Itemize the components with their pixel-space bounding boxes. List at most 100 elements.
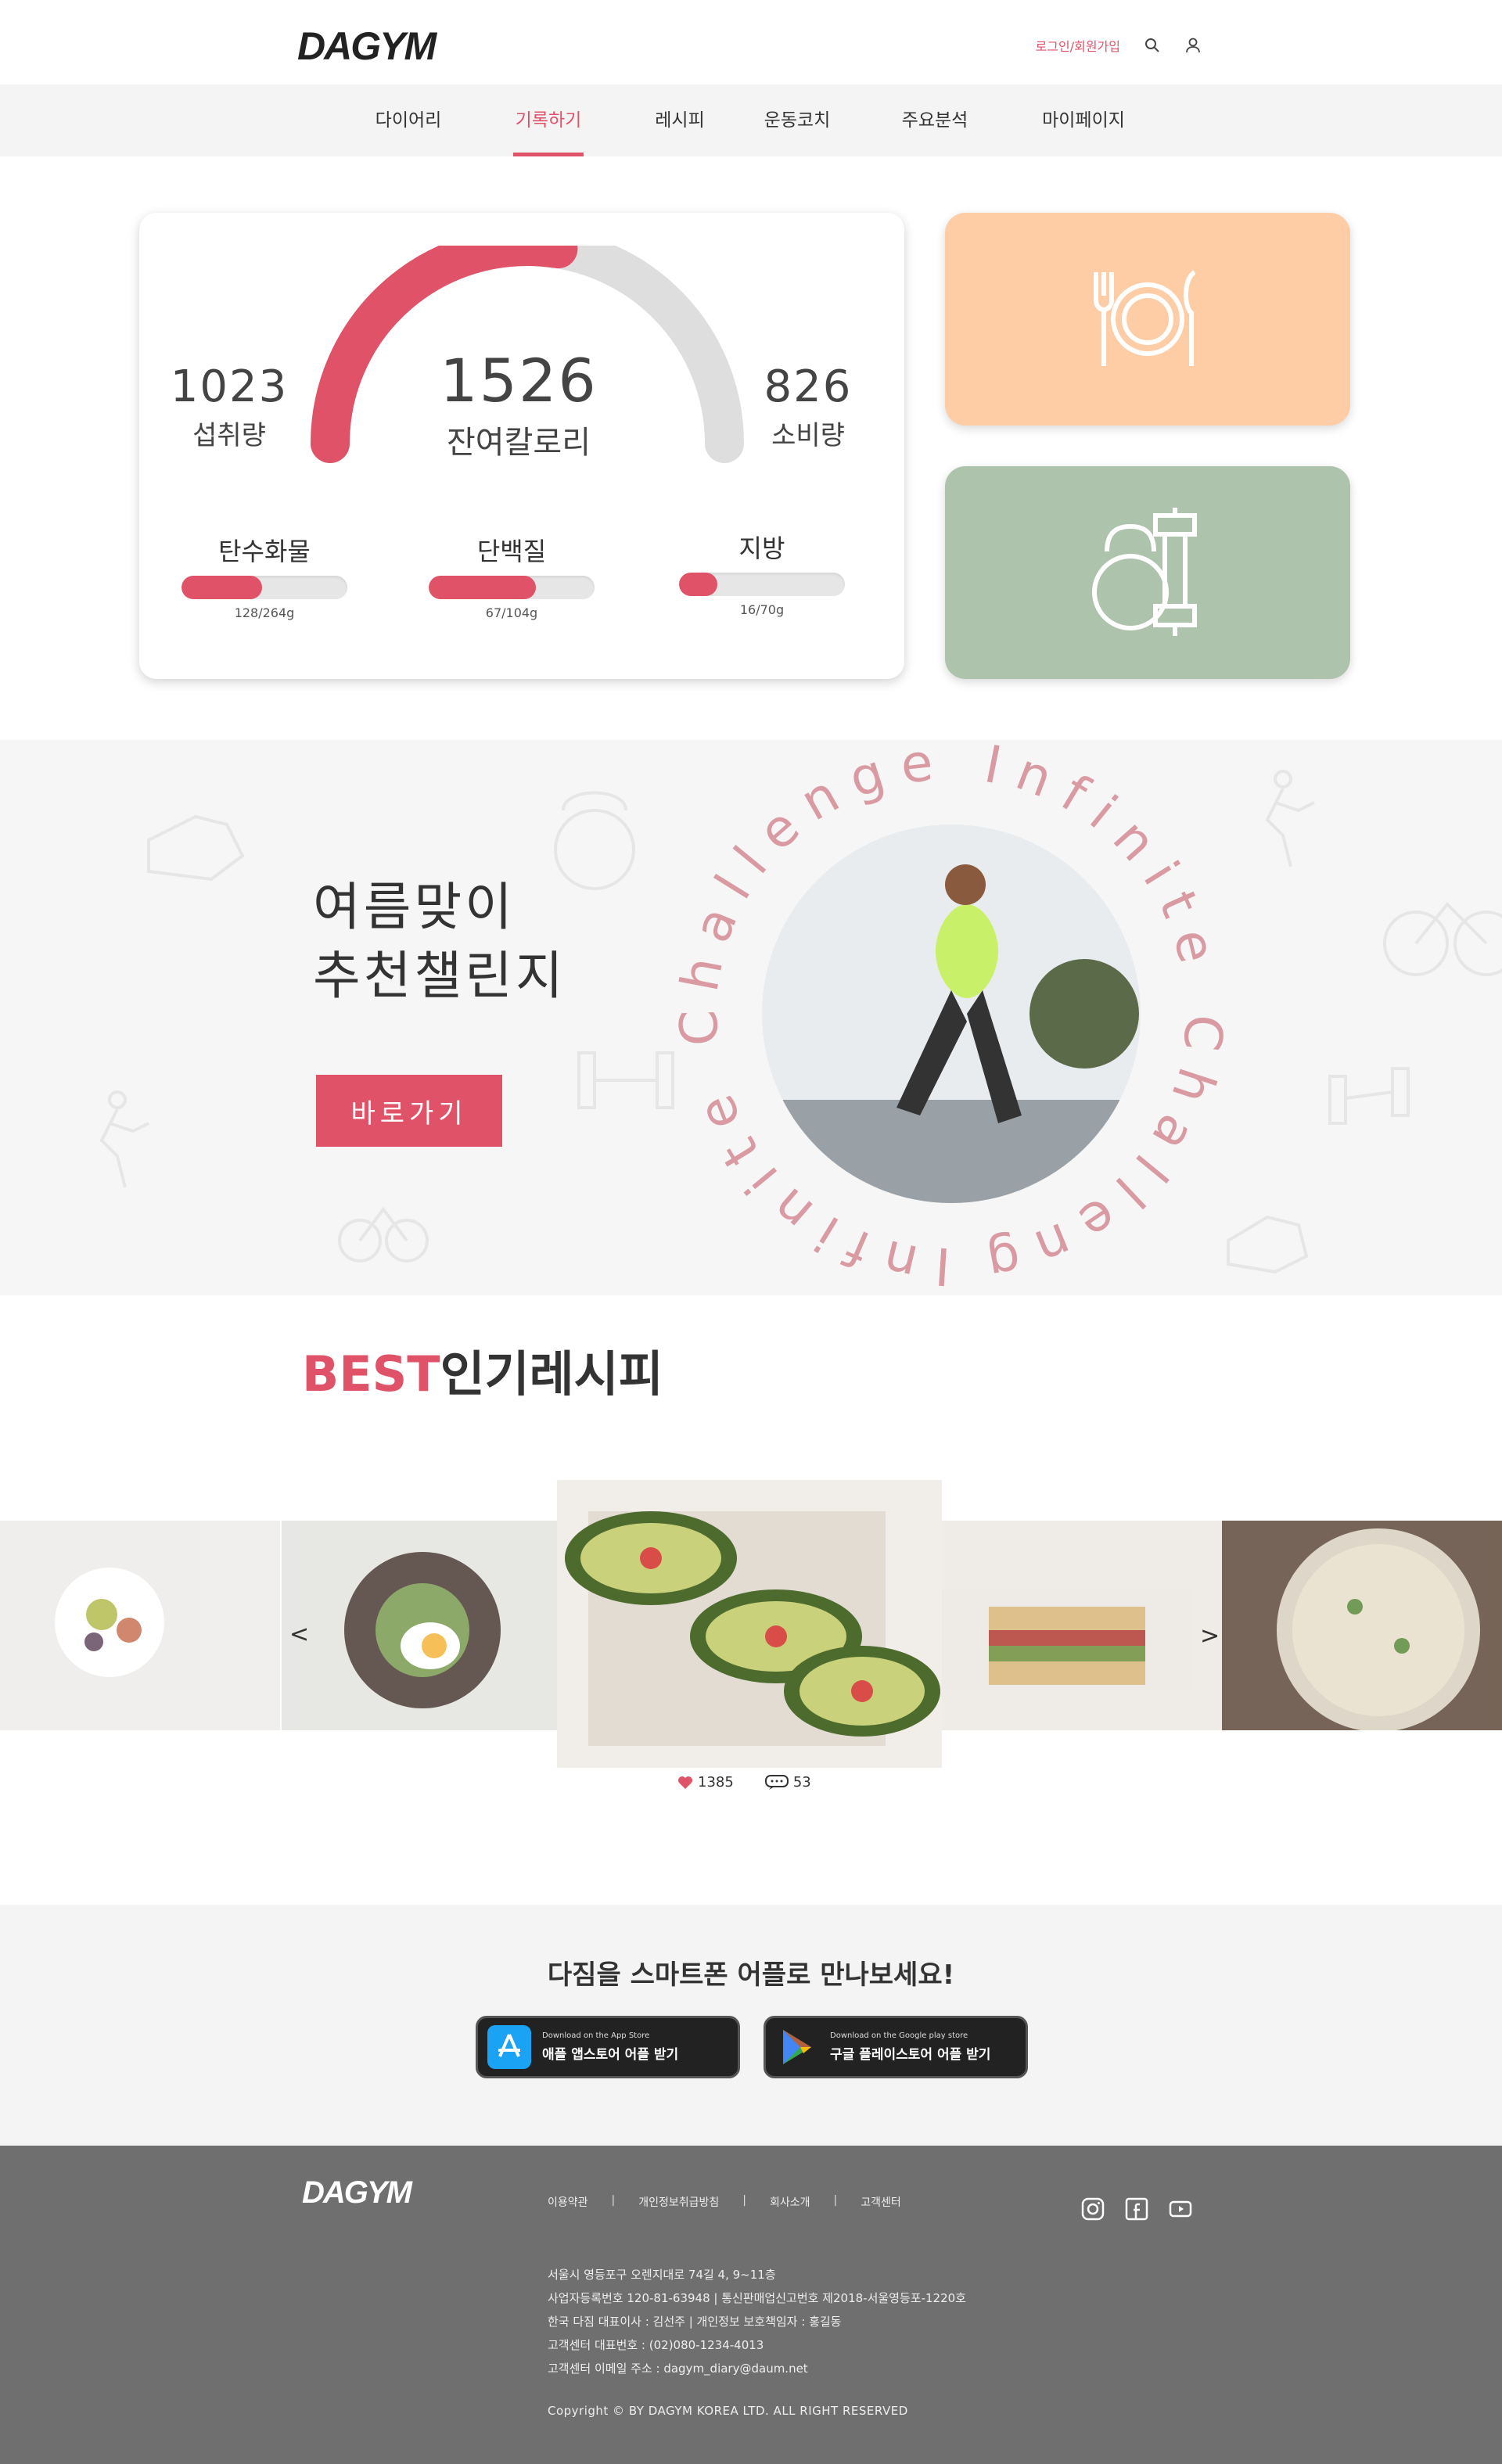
recipe-card-avocado[interactable] — [557, 1480, 942, 1768]
exercise-log-tile[interactable] — [945, 466, 1350, 679]
footer-links: 이용약관 | 개인정보취급방침 | 회사소개 | 고객센터 — [548, 2194, 901, 2210]
youtube-icon[interactable] — [1169, 2197, 1192, 2221]
burned-label: 소비량 — [771, 420, 845, 451]
macro-fat-fill — [679, 573, 717, 596]
sneaker-icon — [147, 814, 245, 882]
bicycle-icon — [1383, 902, 1502, 976]
recipe-image — [55, 1568, 164, 1677]
recipe-image — [1277, 1528, 1480, 1730]
footer-link-separator: | — [611, 2194, 616, 2207]
remaining-block: 1526 잔여칼로리 — [421, 346, 616, 462]
app-store-button[interactable]: Download on the App Store 애플 앱스토어 어플 받기 — [476, 2016, 740, 2078]
bicycle-icon — [338, 1206, 429, 1263]
best-recipes-title: BEST인기레시피 — [302, 1334, 663, 1405]
intake-label: 섭취량 — [192, 420, 266, 451]
comments[interactable]: 53 — [764, 1774, 811, 1791]
macro-protein-label: 단백질 — [476, 537, 547, 566]
nav-item-diary[interactable]: 다이어리 — [373, 84, 444, 156]
comment-icon — [764, 1774, 789, 1790]
company-info: 서울시 영등포구 오렌지대로 74길 4, 9~11층 사업자등록번호 120-… — [548, 2263, 966, 2380]
nav-item-record[interactable]: 기록하기 — [513, 84, 584, 156]
nav-item-recipe[interactable]: 레시피 — [653, 84, 706, 156]
instagram-icon[interactable] — [1081, 2197, 1105, 2221]
company-representatives: 한국 다짐 대표이사 : 김선주 | 개인정보 보호책임자 : 홍길동 — [548, 2315, 842, 2329]
macro-fat-label: 지방 — [738, 533, 785, 563]
remaining-label: 잔여칼로리 — [447, 425, 591, 461]
play-store-label: 구글 플레이스토어 어플 받기 — [830, 2047, 991, 2063]
remaining-value: 1526 — [440, 346, 598, 415]
footer-link-terms[interactable]: 이용약관 — [548, 2194, 588, 2210]
app-store-small: Download on the App Store — [542, 2031, 650, 2040]
macro-fat-bar — [679, 573, 845, 596]
recipe-card-pizza[interactable] — [1222, 1521, 1502, 1730]
challenge-ring: Infinite Challenge Infinite Challenge — [670, 740, 1220, 1295]
macro-protein-bar — [429, 576, 595, 599]
macro-fat-value: 16/70g — [739, 602, 785, 617]
runner-icon — [99, 1090, 149, 1188]
recipe-image — [565, 1511, 940, 1746]
login-link[interactable]: 로그인/회원가입 — [1036, 36, 1120, 55]
runner-icon — [1265, 770, 1315, 867]
kettlebell-dumbbell-icon — [1092, 508, 1197, 636]
header-actions: 로그인/회원가입 — [1036, 36, 1202, 55]
footer-link-support[interactable]: 고객센터 — [861, 2194, 901, 2210]
macro-fat: 지방 16/70g — [679, 529, 845, 617]
recipe-card-egg-salad[interactable] — [282, 1521, 557, 1730]
comments-count: 53 — [792, 1774, 811, 1791]
recipe-slider: < > — [0, 1480, 1502, 1785]
user-icon[interactable] — [1184, 37, 1202, 54]
company-address: 서울시 영등포구 오렌지대로 74길 4, 9~11층 — [548, 2268, 776, 2282]
challenge-banner: 여름맞이 추천챌린지 바로가기 Infinite Challenge Infin… — [0, 740, 1502, 1295]
sneaker-icon — [1227, 1215, 1309, 1274]
meal-log-tile[interactable] — [945, 213, 1350, 426]
best-accent: BEST — [302, 1345, 440, 1403]
dumbbell-icon — [1328, 1067, 1410, 1125]
play-store-button[interactable]: Download on the Google play store 구글 플레이스… — [764, 2016, 1028, 2078]
macro-protein-fill — [429, 576, 536, 599]
kettlebell-icon — [554, 791, 635, 890]
play-store-icon — [783, 2030, 811, 2064]
footer-link-about[interactable]: 회사소개 — [770, 2194, 810, 2210]
app-store-icon — [487, 2025, 531, 2069]
macro-carbs: 탄수화물 128/264g — [181, 532, 347, 620]
company-email: 고객센터 이메일 주소 : dagym_diary@daum.net — [548, 2362, 808, 2376]
likes-count: 1385 — [698, 1774, 734, 1791]
nav-item-mypage[interactable]: 마이페이지 — [1038, 84, 1129, 156]
recipe-card-sandwich[interactable] — [942, 1521, 1222, 1730]
prev-arrow[interactable]: < — [289, 1621, 309, 1648]
recipe-stats: 1385 53 — [677, 1774, 811, 1791]
main-nav: 다이어리 기록하기 레시피 운동코치 주요분석 마이페이지 — [0, 84, 1502, 156]
macro-carbs-fill — [181, 576, 262, 599]
footer-link-separator: | — [742, 2194, 747, 2207]
challenge-title: 여름맞이 추천챌린지 — [313, 873, 566, 1011]
footer-link-privacy[interactable]: 개인정보취급방침 — [638, 2194, 719, 2210]
app-store-label: 애플 앱스토어 어플 받기 — [542, 2047, 679, 2063]
nav-item-coach[interactable]: 운동코치 — [761, 84, 833, 156]
macro-carbs-label: 탄수화물 — [218, 537, 311, 566]
best-rest: 인기레시피 — [440, 1345, 663, 1403]
facebook-icon[interactable] — [1125, 2197, 1148, 2221]
logo[interactable]: DAGYM — [297, 23, 437, 69]
company-registration: 사업자등록번호 120-81-63948 | 통신판매업신고번호 제2018-서… — [548, 2291, 966, 2305]
heart-icon — [678, 1776, 692, 1789]
footer-link-separator: | — [833, 2194, 838, 2207]
search-icon[interactable] — [1144, 37, 1161, 54]
recipe-card-fruit-bowl[interactable] — [0, 1521, 280, 1730]
intake-block: 1023 섭취량 — [163, 361, 296, 452]
footer-logo[interactable]: DAGYM — [302, 2175, 412, 2211]
calorie-card: 1023 섭취량 1526 잔여칼로리 826 소비량 탄수화물 128/264… — [139, 213, 904, 679]
burned-block: 826 소비량 — [742, 361, 875, 452]
app-title: 다짐을 스마트폰 어플로 만나보세요! — [547, 1959, 955, 1991]
dumbbell-icon — [577, 1051, 674, 1109]
burned-value: 826 — [764, 361, 853, 412]
next-arrow[interactable]: > — [1200, 1622, 1220, 1650]
intake-value: 1023 — [170, 361, 289, 412]
nav-item-analysis[interactable]: 주요분석 — [899, 84, 971, 156]
likes[interactable]: 1385 — [677, 1774, 734, 1791]
macro-carbs-value: 128/264g — [234, 605, 295, 620]
plate-fork-knife-icon — [1094, 270, 1196, 366]
copyright: Copyright © BY DAGYM KOREA LTD. ALL RIGH… — [548, 2404, 908, 2418]
footer: DAGYM 이용약관 | 개인정보취급방침 | 회사소개 | 고객센터 서울시 영등포… — [0, 2146, 1502, 2464]
go-challenge-button[interactable]: 바로가기 — [316, 1075, 502, 1147]
recipe-image — [989, 1607, 1145, 1685]
